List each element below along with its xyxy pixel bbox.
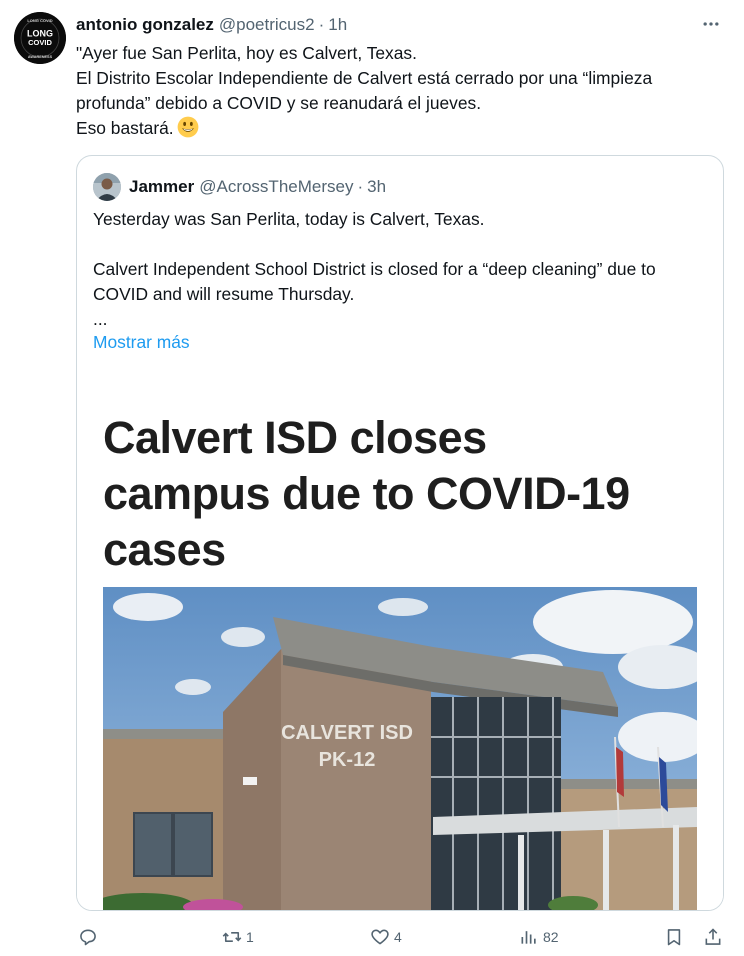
views-count: 82	[543, 929, 559, 945]
quoted-author-avatar	[93, 173, 121, 201]
quoted-tweet-timestamp: 3h	[367, 177, 387, 196]
quoted-text-line: COVID and will resume Thursday.	[93, 284, 355, 304]
separator-dot: ·	[357, 177, 364, 196]
retweet-count: 1	[246, 929, 254, 945]
smiley-emoji-icon	[177, 116, 199, 138]
retweet-icon	[222, 932, 242, 942]
media-headline-line: cases	[103, 524, 226, 575]
author-avatar[interactable]: LONG COVID LONG COVID AWARENESS	[14, 12, 66, 64]
tweet-text-line: profunda” debido a COVID y se reanudará …	[76, 93, 482, 113]
bookmark-button[interactable]	[664, 922, 684, 952]
author-handle[interactable]: @poetricus2	[219, 15, 315, 35]
tweet-text-line: El Distrito Escolar Independiente de Cal…	[76, 68, 653, 88]
quoted-text-line: Yesterday was San Perlita, today is Calv…	[93, 209, 485, 229]
person-avatar-icon	[93, 173, 121, 201]
share-icon	[705, 928, 721, 945]
avatar-line2-text: COVID	[28, 38, 52, 47]
media-headline-line: Calvert ISD closes	[103, 412, 487, 463]
like-button[interactable]: 4	[370, 922, 402, 952]
share-button[interactable]	[703, 922, 723, 952]
avatar-line1-text: LONG	[27, 29, 53, 39]
reply-icon	[80, 929, 96, 946]
long-covid-avatar-icon: LONG COVID LONG COVID AWARENESS	[14, 12, 66, 64]
views-button[interactable]: 82	[519, 922, 559, 952]
quoted-tweet-card[interactable]: Jammer @AcrossTheMersey · 3h Yesterday w…	[76, 155, 724, 911]
school-building-photo: CALVERT ISD PK-12	[103, 587, 697, 910]
heart-icon	[371, 929, 389, 945]
quoted-text-line	[93, 232, 707, 257]
author-name[interactable]: antonio gonzalez	[76, 15, 214, 35]
avatar-ring-bottom-text: AWARENESS	[28, 55, 53, 59]
quoted-author-name: Jammer	[129, 177, 195, 196]
quoted-author-handle: @AcrossTheMersey	[199, 177, 354, 196]
quoted-tweet-header: Jammer @AcrossTheMersey · 3h	[93, 173, 386, 201]
quoted-text-line: Calvert Independent School District is c…	[93, 259, 656, 279]
quoted-media-image[interactable]: Calvert ISD closes campus due to COVID-1…	[77, 384, 723, 910]
bookmark-icon	[667, 929, 681, 946]
tweet-text: "Ayer fue San Perlita, hoy es Calvert, T…	[76, 41, 726, 141]
quoted-text-line: ...	[93, 309, 108, 329]
media-headline-line: campus due to COVID-19	[103, 468, 630, 519]
media-headline: Calvert ISD closes campus due to COVID-1…	[103, 410, 703, 578]
show-more-link[interactable]: Mostrar más	[93, 332, 190, 353]
building-sign-line2: PK-12	[319, 749, 376, 771]
tweet-actions: 1 4 82	[76, 922, 726, 952]
quoted-tweet-text: Yesterday was San Perlita, today is Calv…	[93, 207, 707, 332]
like-count: 4	[394, 929, 402, 945]
separator-dot: ·	[318, 15, 325, 34]
retweet-button[interactable]: 1	[222, 922, 254, 952]
avatar-ring-top-text: LONG COVID	[27, 18, 52, 23]
building-sign-line1: CALVERT ISD	[281, 722, 413, 744]
reply-button[interactable]	[78, 922, 98, 952]
tweet-text-line: "Ayer fue San Perlita, hoy es Calvert, T…	[76, 43, 417, 63]
tweet: LONG COVID LONG COVID AWARENESS antonio …	[0, 0, 744, 956]
tweet-text-line-last: Eso bastará.	[76, 116, 726, 141]
building-photo-illustration: CALVERT ISD PK-12	[103, 587, 697, 910]
more-dots-icon	[703, 22, 719, 26]
tweet-header: antonio gonzalez @poetricus2 · 1h	[76, 13, 724, 37]
tweet-timestamp[interactable]: 1h	[328, 15, 347, 35]
tweet-text-line: Eso bastará.	[76, 118, 174, 138]
views-chart-icon	[521, 931, 536, 944]
more-options-button[interactable]	[698, 11, 724, 37]
